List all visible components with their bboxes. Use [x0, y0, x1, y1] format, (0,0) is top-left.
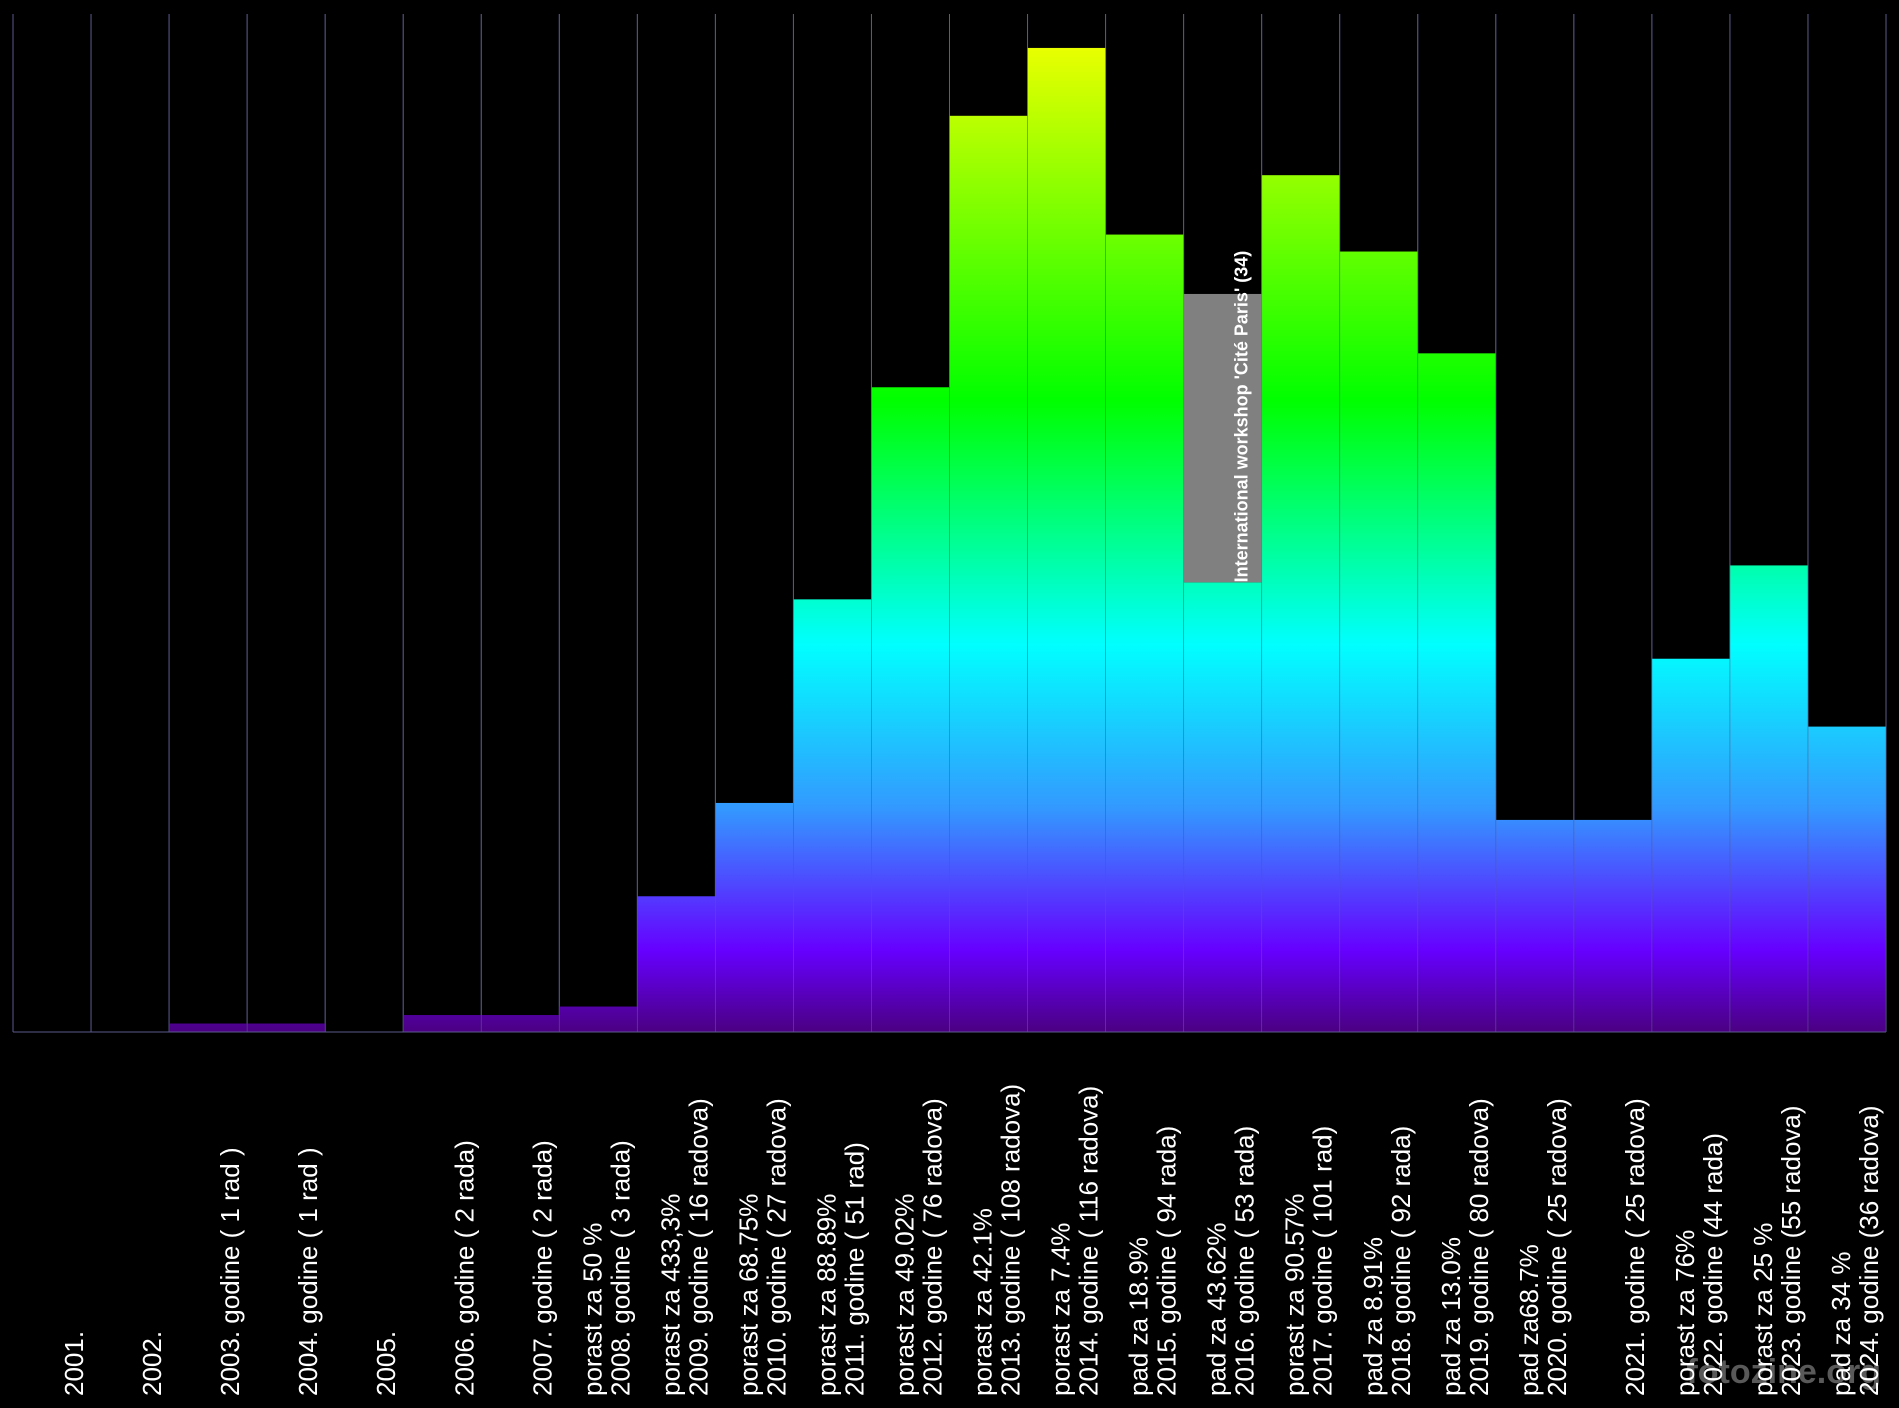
category-label: 2008. godine ( 3 rada)	[605, 1140, 635, 1396]
bar-2024	[1807, 726, 1886, 1032]
category-label: 2017. godine ( 101 rad)	[1308, 1126, 1338, 1396]
category-label: porast za 433,3%	[655, 1194, 685, 1396]
category-label: 2013. godine ( 108 radova)	[996, 1084, 1026, 1396]
bar-2012	[871, 387, 950, 1032]
category-label: pad za 8.91%	[1358, 1237, 1388, 1396]
category-label: porast za 88.89%	[811, 1194, 841, 1396]
extra-segment-label: International workshop 'Cité Paris' (34)	[1232, 251, 1252, 583]
category-label: 2007. godine ( 2 rada)	[527, 1140, 557, 1396]
category-label: pad za 18.9%	[1124, 1237, 1154, 1396]
category-label: 2003. godine ( 1 rad )	[215, 1147, 245, 1396]
category-label: porast za 7.4%	[1046, 1223, 1076, 1396]
bar-2009	[637, 896, 716, 1032]
bar-2007	[481, 1015, 560, 1032]
category-label: porast za 49.02%	[890, 1194, 920, 1396]
bar-2004	[247, 1023, 326, 1032]
category-label: 2009. godine ( 16 radova)	[683, 1098, 713, 1396]
category-label: porast za 50 %	[577, 1223, 607, 1396]
category-label: porast za 90.57%	[1280, 1194, 1310, 1396]
category-label: 2012. godine ( 76 radova)	[918, 1098, 948, 1396]
watermark: fotozine.org	[1686, 1353, 1881, 1391]
bar-2010	[715, 802, 794, 1032]
category-label: 2010. godine ( 27 radova)	[761, 1098, 791, 1396]
bar-2020	[1495, 819, 1574, 1032]
bar-chart: International workshop 'Cité Paris' (34)…	[12, 14, 1887, 1396]
bar-2023	[1729, 565, 1808, 1032]
category-label: 2001.	[59, 1331, 89, 1396]
category-label: 2016. godine ( 53 rada)	[1230, 1126, 1260, 1396]
bar-2022	[1651, 658, 1730, 1032]
category-label: pad za 13.0%	[1436, 1237, 1466, 1396]
category-label: porast za 42.1%	[968, 1208, 998, 1396]
category-label: 2005.	[371, 1331, 401, 1396]
category-label: pad za68.7%	[1514, 1244, 1544, 1396]
category-label: 2002.	[137, 1331, 167, 1396]
category-label: porast za 68.75%	[733, 1194, 763, 1396]
bar-2018	[1339, 251, 1418, 1033]
category-label: 2018. godine ( 92 rada)	[1386, 1126, 1416, 1396]
bar-2008	[559, 1006, 638, 1032]
category-label: 2021. godine ( 25 radova)	[1620, 1098, 1650, 1396]
category-label: 2004. godine ( 1 rad )	[293, 1147, 323, 1396]
category-label: 2015. godine ( 94 rada)	[1152, 1126, 1182, 1396]
category-label: 2011. godine ( 51 rad)	[839, 1142, 869, 1396]
bar-2021	[1573, 819, 1652, 1032]
bar-2014	[1027, 47, 1106, 1032]
category-label: pad za 43.62%	[1202, 1223, 1232, 1396]
bar-2003	[169, 1023, 248, 1032]
category-label: 2006. godine ( 2 rada)	[449, 1140, 479, 1396]
bar-2011	[793, 599, 872, 1032]
category-label: 2014. godine ( 116 radova)	[1074, 1086, 1104, 1396]
bar-2017	[1261, 175, 1340, 1032]
bar-2013	[949, 115, 1028, 1033]
category-label: 2020. godine ( 25 radova)	[1542, 1098, 1572, 1396]
bar-2015	[1105, 234, 1184, 1033]
category-label: 2019. godine ( 80 radova)	[1464, 1098, 1494, 1396]
bar-2019	[1417, 353, 1496, 1032]
bar-2016	[1183, 582, 1262, 1032]
bar-2006	[403, 1015, 482, 1032]
